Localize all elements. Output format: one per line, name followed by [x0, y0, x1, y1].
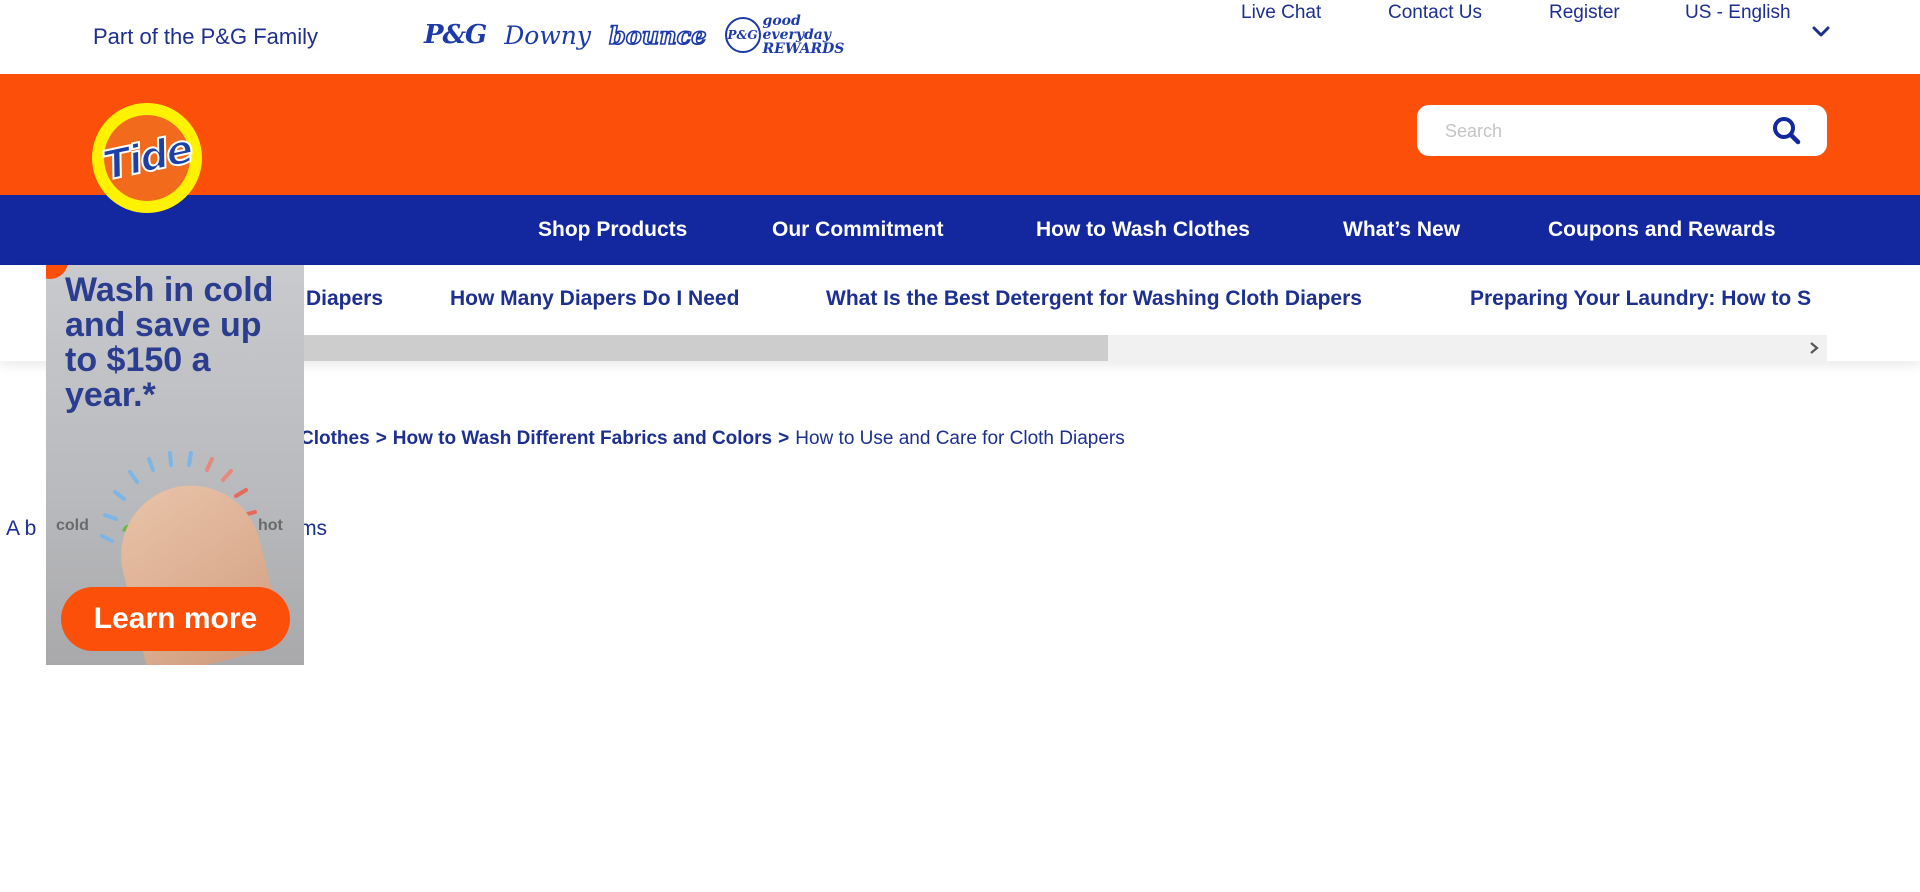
- tide-logo-bullseye: Tide: [98, 115, 196, 201]
- search-input[interactable]: [1445, 117, 1745, 145]
- alt-text-left: A b: [6, 517, 37, 540]
- scrollbar-thumb[interactable]: [298, 335, 1108, 361]
- nav-how-to-wash-clothes[interactable]: How to Wash Clothes: [1036, 218, 1250, 242]
- chevron-down-icon[interactable]: [1812, 23, 1830, 41]
- pg-family-text: Part of the P&G Family: [93, 24, 318, 49]
- bounce-logo-icon[interactable]: bounce: [608, 20, 707, 51]
- learn-more-button[interactable]: Learn more: [61, 587, 290, 651]
- breadcrumb: Clothes > How to Wash Different Fabrics an…: [300, 428, 1125, 450]
- pg-good-everyday-logo-icon[interactable]: P&G good everyday REWARDS: [724, 13, 853, 57]
- nav-coupons-and-rewards[interactable]: Coupons and Rewards: [1548, 218, 1776, 242]
- register-link[interactable]: Register: [1549, 2, 1620, 24]
- good-everyday-wordmark: good everyday REWARDS: [762, 13, 845, 57]
- subnav-item-diapers[interactable]: Diapers: [306, 287, 383, 311]
- contact-us-link[interactable]: Contact Us: [1388, 2, 1482, 24]
- brand-logos: P&G Downy bounce P&G good everyday REWAR…: [424, 12, 853, 58]
- nav-whats-new[interactable]: What’s New: [1343, 218, 1460, 242]
- ad-hot-label: hot: [258, 517, 283, 534]
- tide-logo-text: Tide: [98, 125, 196, 190]
- scroll-right-arrow-icon[interactable]: [1805, 337, 1823, 359]
- nav-shop-products[interactable]: Shop Products: [538, 218, 687, 242]
- subnav-item-best-detergent[interactable]: What Is the Best Detergent for Washing C…: [826, 287, 1362, 311]
- top-utility-bar: Part of the P&G Family P&G Downy bounce …: [0, 0, 1920, 74]
- ad-headline: Wash in cold and save up to $150 a year.…: [65, 271, 274, 414]
- sub-nav-scrollbar[interactable]: [298, 335, 1827, 361]
- locale-selector[interactable]: US - English: [1685, 2, 1791, 24]
- subnav-item-preparing-laundry[interactable]: Preparing Your Laundry: How to S: [1470, 287, 1811, 311]
- breadcrumb-current: How to Use and Care for Cloth Diapers: [795, 428, 1125, 449]
- ad-cold-label: cold: [56, 517, 89, 534]
- downy-logo-icon[interactable]: Downy: [504, 21, 591, 50]
- breadcrumb-separator: >: [778, 428, 790, 449]
- nav-our-commitment[interactable]: Our Commitment: [772, 218, 944, 242]
- live-chat-link[interactable]: Live Chat: [1241, 2, 1321, 24]
- search-icon[interactable]: [1771, 116, 1803, 146]
- tide-logo[interactable]: Tide: [92, 103, 202, 213]
- breadcrumb-link-fabrics-colors[interactable]: How to Wash Different Fabrics and Colors: [393, 428, 772, 449]
- pg-logo-icon[interactable]: P&G: [424, 20, 487, 50]
- breadcrumb-separator: >: [375, 428, 387, 449]
- search-box: [1417, 105, 1827, 156]
- main-nav: Shop Products Our Commitment How to Wash…: [0, 195, 1920, 265]
- breadcrumb-link-clothes[interactable]: Clothes: [300, 428, 370, 449]
- pg-circle-icon: P&G: [724, 17, 761, 53]
- subnav-item-how-many-diapers[interactable]: How Many Diapers Do I Need: [450, 287, 739, 311]
- promo-ad[interactable]: Wash in cold and save up to $150 a year.…: [46, 265, 304, 665]
